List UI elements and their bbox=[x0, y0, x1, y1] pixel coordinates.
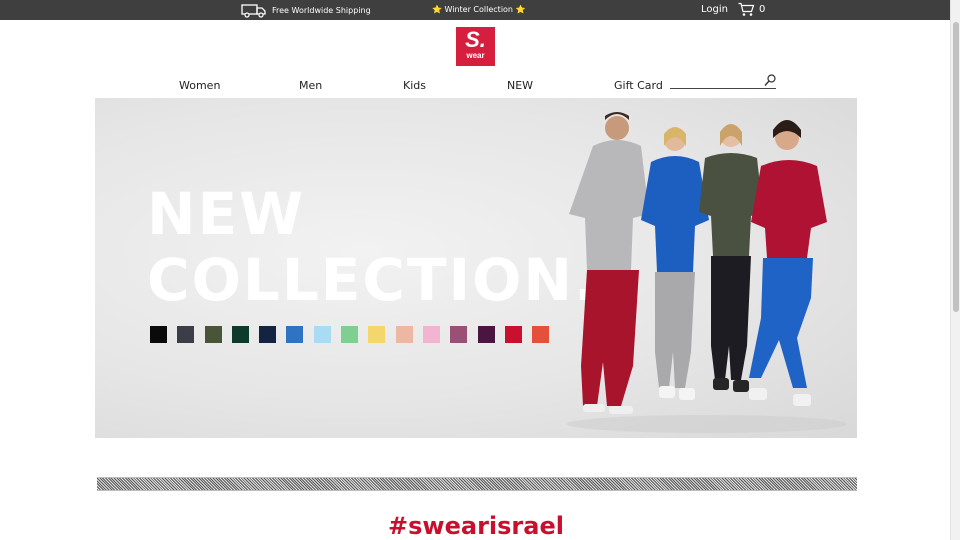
cart-count: 0 bbox=[759, 4, 766, 15]
color-swatch bbox=[395, 326, 413, 343]
hero-title-line-1: NEW bbox=[147, 180, 306, 248]
color-swatch bbox=[259, 326, 277, 343]
color-swatch bbox=[150, 326, 167, 343]
winter-collection-text: Winter Collection bbox=[444, 5, 514, 14]
model-red-sweater bbox=[749, 120, 827, 406]
nav-item-kids[interactable]: Kids bbox=[403, 79, 426, 92]
model-blue-hoodie bbox=[641, 127, 709, 400]
free-shipping-notice: Free Worldwide Shipping bbox=[241, 2, 371, 18]
color-swatch bbox=[422, 326, 440, 343]
decorative-divider bbox=[97, 477, 857, 491]
model-grey-hoodie bbox=[569, 112, 649, 414]
color-swatch bbox=[231, 326, 249, 343]
search-input[interactable] bbox=[670, 79, 762, 93]
color-swatch bbox=[313, 326, 331, 343]
star-icon: ⭐ bbox=[515, 5, 526, 14]
search-icon[interactable] bbox=[764, 74, 776, 87]
nav-item-gift-card[interactable]: Gift Card bbox=[614, 79, 663, 92]
truck-icon bbox=[241, 4, 266, 18]
winter-collection-notice[interactable]: ⭐ Winter Collection ⭐ bbox=[432, 5, 526, 14]
scrollbar-thumb[interactable] bbox=[953, 22, 959, 312]
color-swatch bbox=[368, 326, 386, 343]
shipping-text: Free Worldwide Shipping bbox=[272, 5, 371, 15]
nav-item-men[interactable]: Men bbox=[299, 79, 322, 92]
logo-word: wear bbox=[466, 51, 485, 60]
color-swatch bbox=[177, 326, 195, 343]
top-announcement-bar: Free Worldwide Shipping ⭐ Winter Collect… bbox=[0, 0, 950, 20]
logo-letter: S. bbox=[465, 27, 486, 52]
hero-banner[interactable]: NEW COLLECTION. bbox=[95, 98, 857, 438]
page-scrollbar[interactable] bbox=[950, 0, 960, 540]
hero-title-line-2: COLLECTION. bbox=[147, 246, 598, 314]
color-swatch bbox=[532, 326, 550, 343]
cart-button[interactable]: 0 bbox=[738, 2, 765, 17]
search-box bbox=[670, 74, 776, 93]
nav-item-women[interactable]: Women bbox=[179, 79, 220, 92]
model-olive-sweater bbox=[699, 124, 763, 392]
shopping-cart-icon bbox=[738, 2, 755, 16]
hashtag-heading[interactable]: #swearisrael bbox=[0, 512, 952, 540]
color-swatch bbox=[504, 326, 522, 343]
models-photo bbox=[567, 112, 847, 433]
star-icon: ⭐ bbox=[432, 5, 442, 14]
color-swatches bbox=[150, 326, 550, 343]
color-swatch bbox=[286, 326, 304, 343]
login-link[interactable]: Login bbox=[701, 4, 728, 15]
color-swatch bbox=[450, 326, 468, 343]
color-swatch bbox=[341, 326, 359, 343]
color-swatch bbox=[204, 326, 222, 343]
nav-item-new[interactable]: NEW bbox=[507, 79, 533, 92]
swear-logo[interactable]: S. wear bbox=[456, 27, 495, 66]
color-swatch bbox=[477, 326, 495, 343]
